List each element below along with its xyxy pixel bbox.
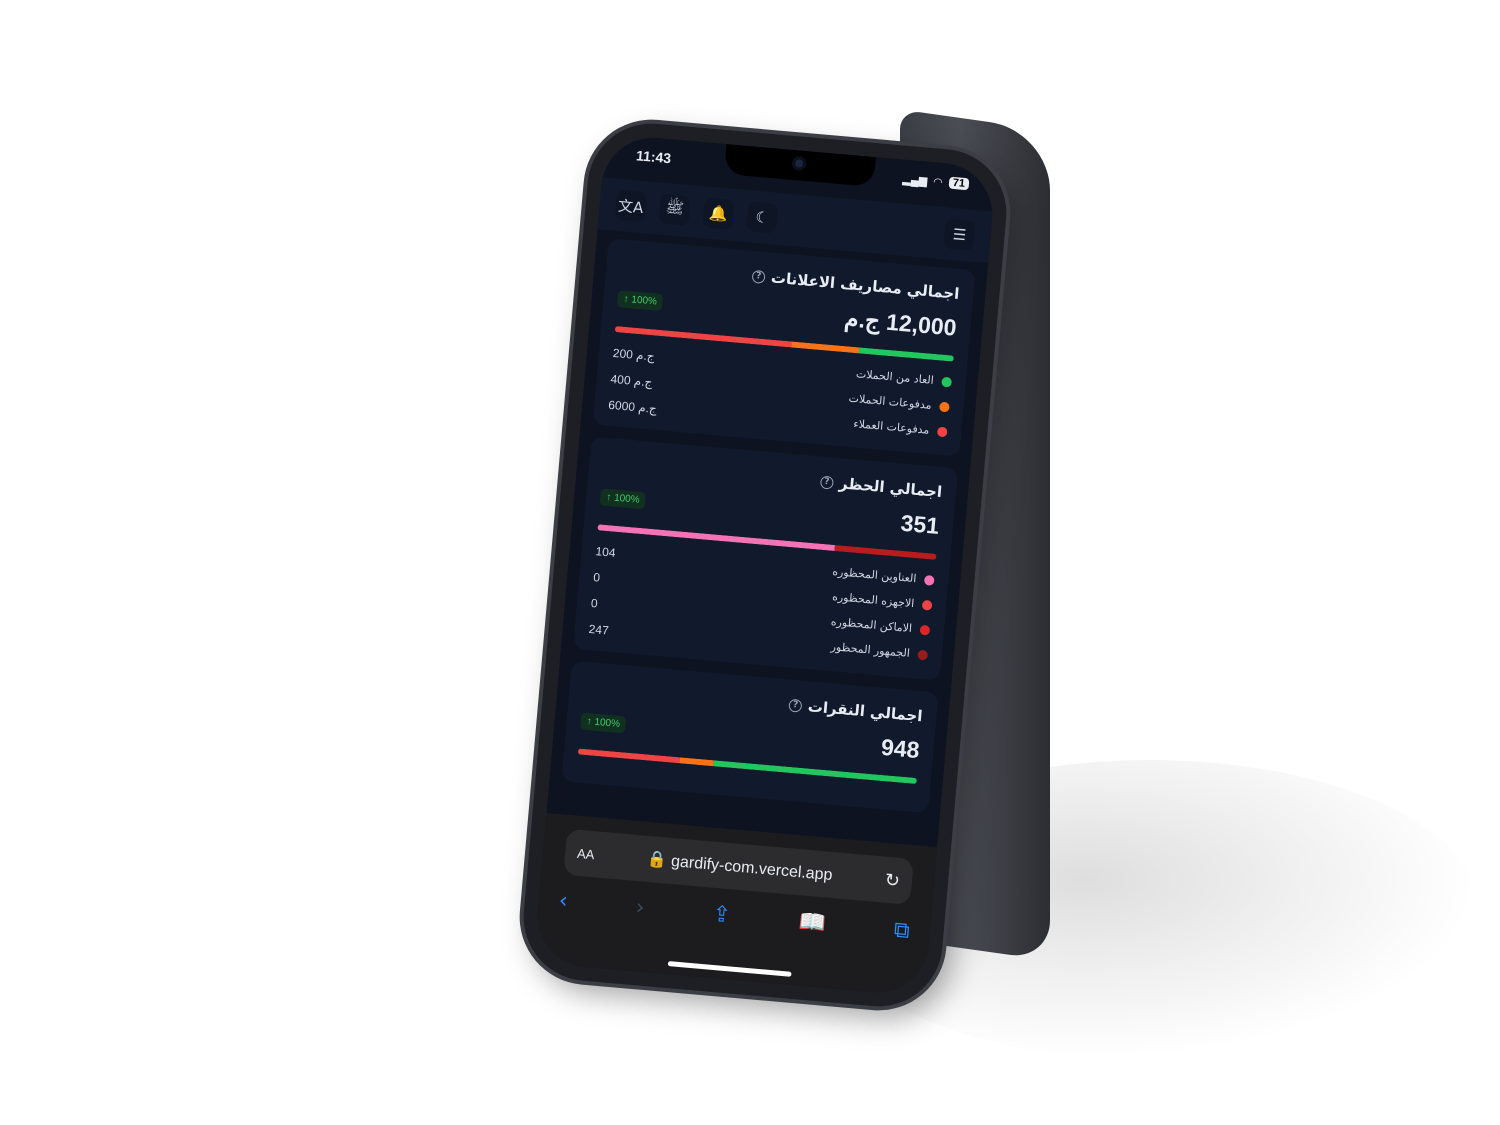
status-indicators: ▂▄▆ ◠ 71	[902, 172, 970, 191]
legend-value: 104	[594, 544, 617, 560]
share-icon[interactable]: ⇪	[711, 902, 732, 929]
reload-icon[interactable]: ↻	[884, 869, 901, 891]
legend-value: 0	[590, 596, 599, 611]
back-icon[interactable]: ‹	[558, 888, 569, 914]
legend-item: الاجهزه المحظوره	[830, 590, 933, 612]
legend-item: الجمهور المحظور	[825, 640, 929, 662]
forward-icon[interactable]: ›	[635, 895, 646, 921]
battery-icon: 71	[948, 176, 970, 191]
change-badge: ↑ 100%	[579, 712, 627, 734]
card-total: 351	[899, 509, 941, 539]
menu-icon[interactable]: ☰	[943, 218, 976, 251]
bar-segment	[713, 760, 918, 785]
phone-screen: 11:43 ▂▄▆ ◠ 71 文A ﷺ 🔔 ☾ ☰ اجمالي مصاريف …	[533, 133, 997, 997]
help-icon[interactable]: ?	[819, 475, 834, 490]
help-icon[interactable]: ?	[751, 269, 766, 284]
bell-icon[interactable]: 🔔	[702, 197, 735, 230]
status-time: 11:43	[635, 147, 672, 167]
stat-card: اجمالي مصاريف الاعلانات? 12,000 ج.م ↑ 100%…	[592, 238, 976, 457]
legend-item: مدفوعات الحملات	[848, 392, 950, 414]
legend-dot	[923, 574, 935, 586]
legend-value: 247	[588, 621, 610, 638]
signal-icon: ▂▄▆	[902, 173, 928, 188]
tabs-icon[interactable]: ⧉	[893, 918, 911, 944]
card-title-text: اجمالي النقرات	[807, 697, 924, 726]
legend-dot	[917, 649, 929, 661]
legend-label: مدفوعات العملاء	[852, 417, 930, 437]
change-badge: ↑ 100%	[599, 488, 647, 510]
card-total: 948	[880, 733, 921, 764]
legend-label: الاجهزه المحظوره	[831, 590, 915, 611]
legend-item: الاماكن المحظوره	[827, 614, 931, 637]
home-indicator	[667, 961, 792, 977]
stat-card: اجمالي الحظر? 351 ↑ 100% العناوين المحظوره ا…	[572, 436, 959, 681]
help-icon[interactable]: ?	[788, 698, 803, 713]
legend-label: العاد من الحملات	[855, 367, 935, 387]
legend-value: 6000 ج.م	[607, 397, 658, 416]
translate-icon[interactable]: 文A	[614, 189, 648, 223]
change-badge: ↑ 100%	[616, 290, 664, 312]
card-total: 12,000 ج.م	[843, 305, 958, 341]
moon-icon[interactable]: ☾	[746, 201, 779, 234]
legend-dot	[936, 426, 948, 437]
bookmarks-icon[interactable]: 📖	[798, 909, 827, 936]
legend-item: العاد من الحملات	[850, 367, 953, 389]
legend-item: مدفوعات العملاء	[846, 417, 948, 439]
legend-dot	[921, 599, 933, 611]
legend-item: العناوين المحظوره	[832, 565, 935, 587]
url-text[interactable]: 🔒 gardify-com.vercel.app	[594, 844, 886, 889]
bar-segment	[790, 341, 860, 354]
wifi-icon: ◠	[932, 175, 944, 189]
card-title-text: اجمالي مصاريف الاعلانات	[770, 268, 961, 303]
legend-value: 0	[592, 570, 601, 585]
legend-dot	[919, 624, 931, 636]
legend-dot	[939, 401, 950, 412]
legend-label: الجمهور المحظور	[830, 640, 911, 660]
legend-label: العناوين المحظوره	[831, 564, 917, 586]
bar-segment	[834, 545, 937, 560]
legend-dot	[941, 376, 953, 388]
bar-segment	[858, 347, 954, 362]
bar-segment	[614, 326, 792, 348]
dashboard-cards: اجمالي مصاريف الاعلانات? 12,000 ج.م ↑ 100%…	[547, 237, 988, 847]
legend-value: 400 ج.م	[610, 371, 653, 390]
card-title-text: اجمالي الحظر	[838, 474, 943, 502]
stat-card: اجمالي النقرات? 948 ↑ 100%	[561, 660, 939, 814]
phone-mockup: 11:43 ▂▄▆ ◠ 71 文A ﷺ 🔔 ☾ ☰ اجمالي مصاريف …	[518, 118, 1012, 1012]
bar-segment	[679, 757, 714, 767]
legend-label: مدفوعات الحملات	[848, 391, 933, 412]
legend-label: الاماكن المحظوره	[830, 614, 913, 636]
bar-segment	[577, 748, 680, 764]
text-size-button[interactable]: AA	[577, 845, 596, 861]
legend-value: 200 ج.م	[612, 345, 656, 364]
currency-icon[interactable]: ﷺ	[658, 193, 691, 227]
